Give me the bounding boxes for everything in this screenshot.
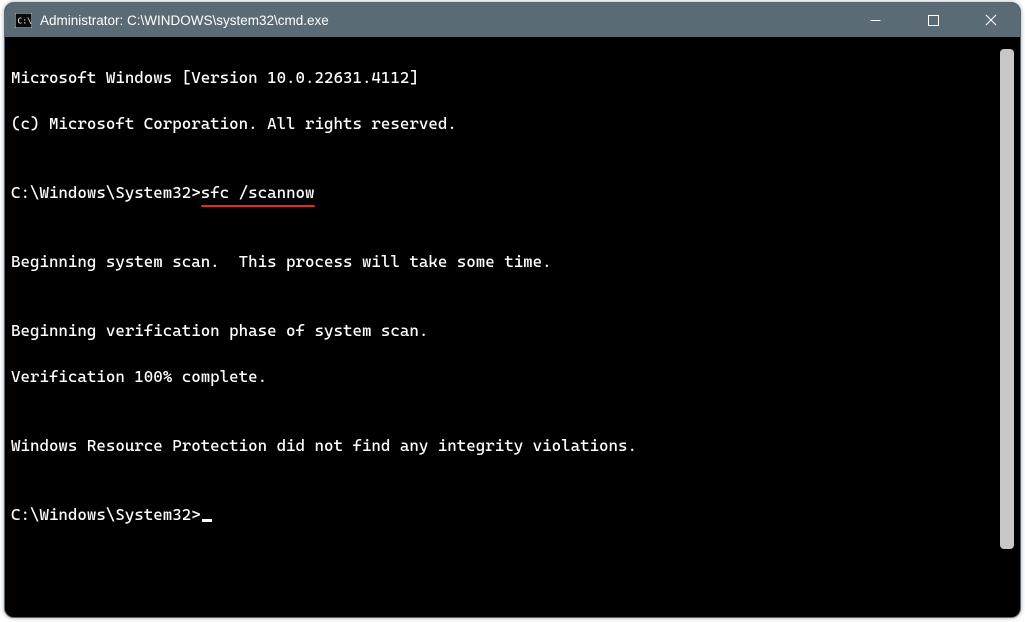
minimize-button[interactable] bbox=[846, 3, 904, 37]
output-line: Microsoft Windows [Version 10.0.22631.41… bbox=[11, 66, 996, 89]
prompt: C:\Windows\System32> bbox=[11, 183, 201, 202]
command-value: sfc /scannow bbox=[201, 183, 315, 202]
text-cursor bbox=[202, 519, 212, 522]
svg-text:C:\: C:\ bbox=[18, 16, 33, 25]
terminal-area[interactable]: Microsoft Windows [Version 10.0.22631.41… bbox=[5, 37, 1020, 617]
prompt-line: C:\Windows\System32>sfc /scannow bbox=[11, 181, 996, 204]
close-button[interactable] bbox=[962, 3, 1020, 37]
cmd-window: C:\ Administrator: C:\WINDOWS\system32\c… bbox=[4, 2, 1021, 618]
terminal-output: Microsoft Windows [Version 10.0.22631.41… bbox=[11, 43, 996, 611]
output-line: Beginning verification phase of system s… bbox=[11, 319, 996, 342]
output-line: Beginning system scan. This process will… bbox=[11, 250, 996, 273]
titlebar[interactable]: C:\ Administrator: C:\WINDOWS\system32\c… bbox=[5, 3, 1020, 37]
annotation-underline bbox=[201, 205, 315, 207]
output-line: Verification 100% complete. bbox=[11, 365, 996, 388]
output-line: (c) Microsoft Corporation. All rights re… bbox=[11, 112, 996, 135]
cmd-icon: C:\ bbox=[15, 13, 32, 28]
maximize-icon bbox=[928, 15, 939, 26]
minimize-icon bbox=[870, 15, 881, 26]
window-controls bbox=[846, 3, 1020, 37]
window-title: Administrator: C:\WINDOWS\system32\cmd.e… bbox=[40, 13, 329, 28]
maximize-button[interactable] bbox=[904, 3, 962, 37]
command-text: sfc /scannow bbox=[201, 181, 315, 204]
output-line: Windows Resource Protection did not find… bbox=[11, 434, 996, 457]
prompt: C:\Windows\System32> bbox=[11, 505, 201, 524]
vertical-scrollbar[interactable] bbox=[1000, 49, 1014, 607]
prompt-line: C:\Windows\System32> bbox=[11, 503, 996, 526]
close-icon bbox=[985, 14, 997, 26]
scrollbar-thumb[interactable] bbox=[1000, 49, 1014, 549]
